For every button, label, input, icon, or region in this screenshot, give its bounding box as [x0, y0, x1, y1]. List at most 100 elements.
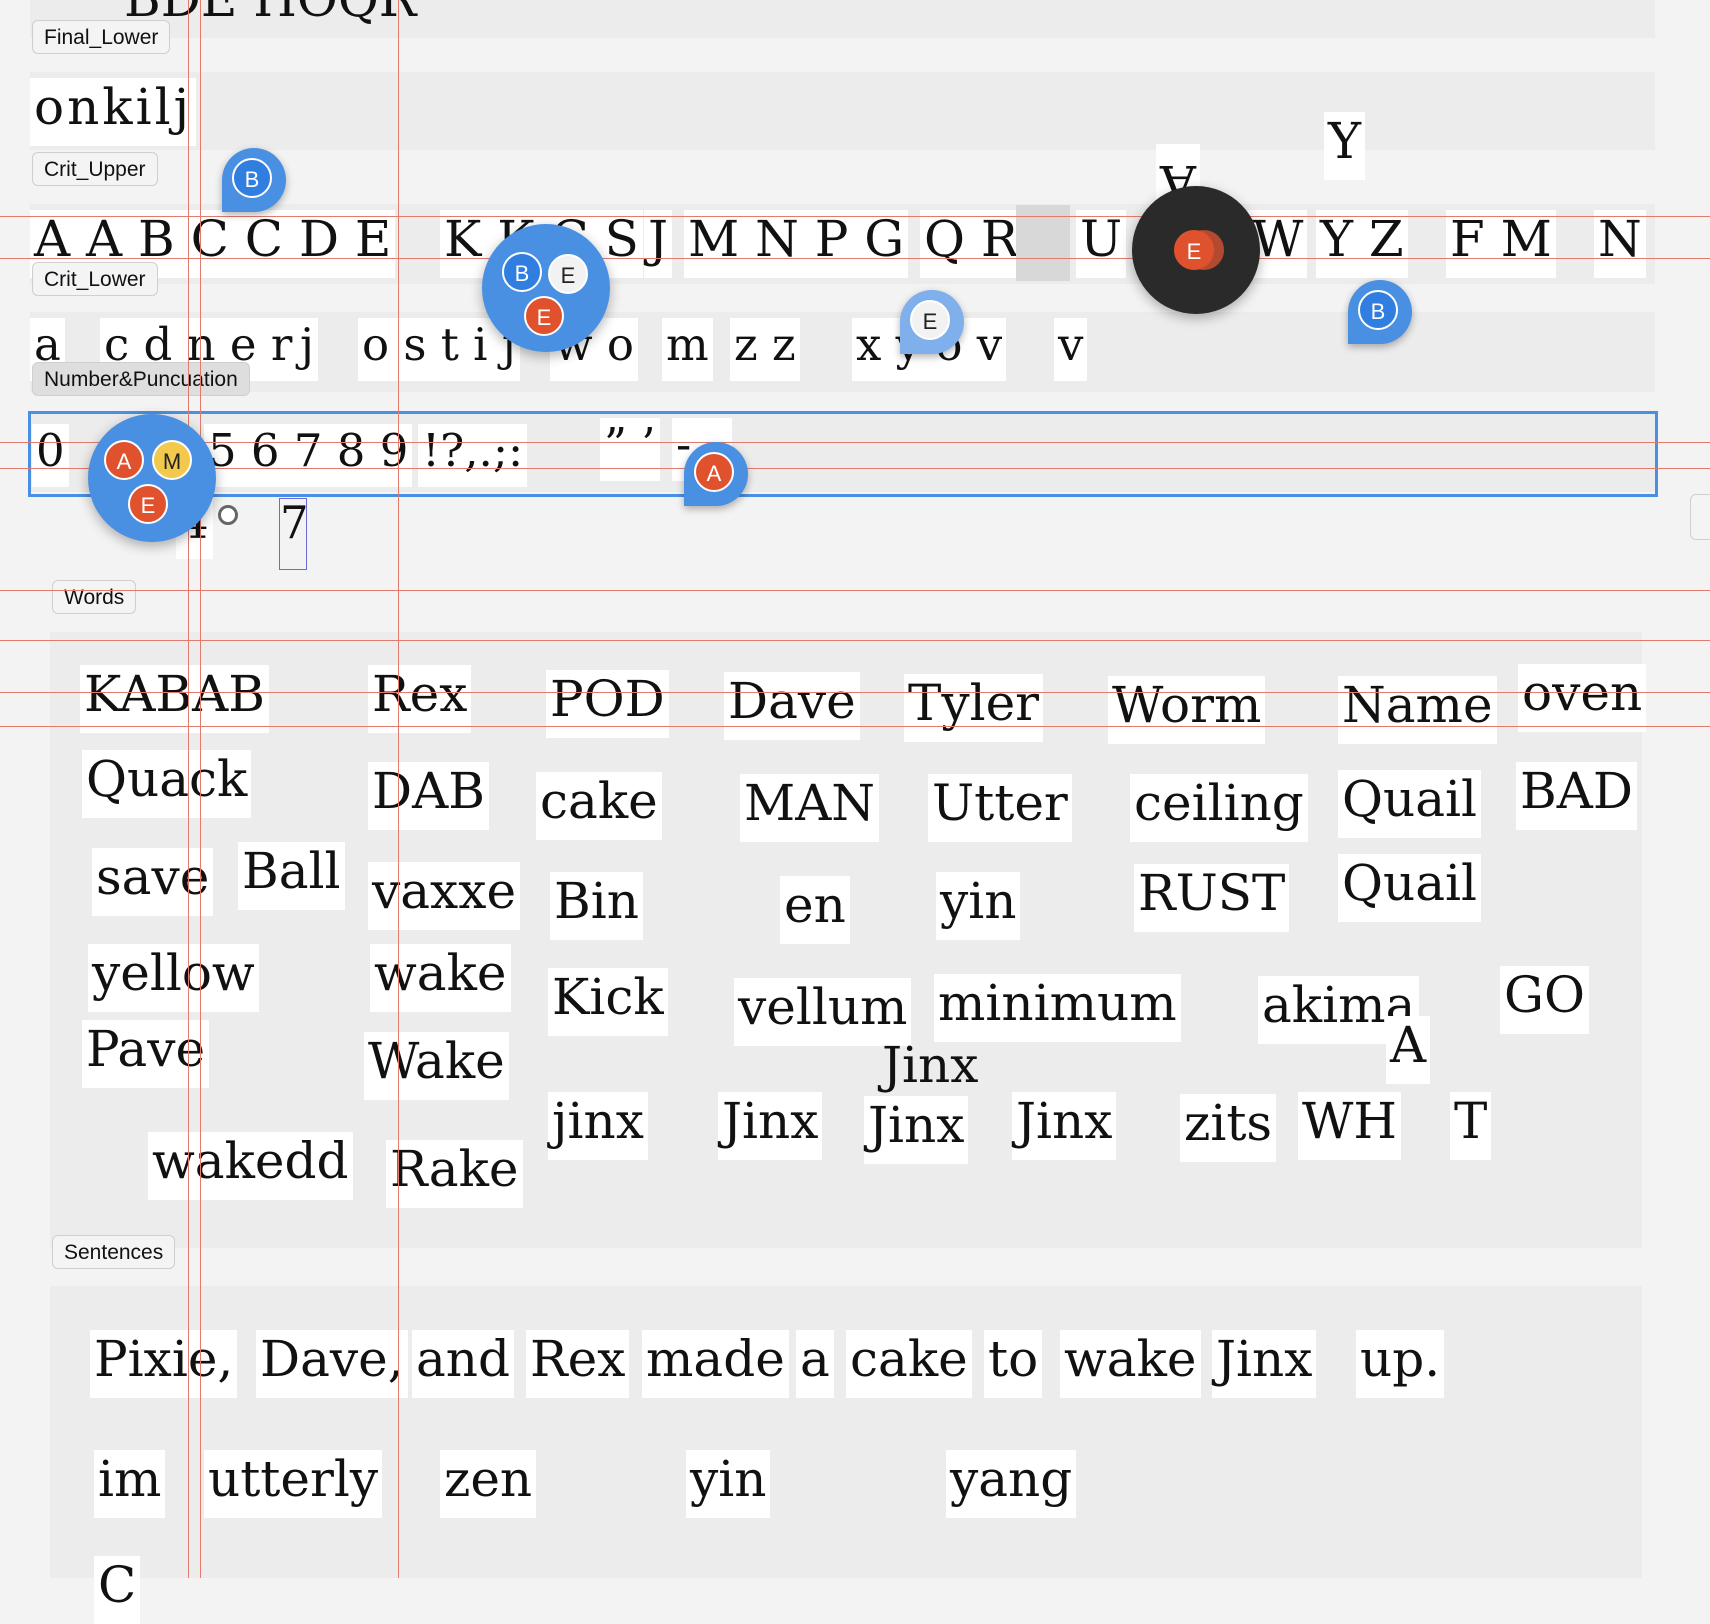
word-7[interactable]: Name	[1338, 676, 1497, 744]
frame-label-sentences[interactable]: Sentences	[52, 1235, 176, 1269]
word-27[interactable]: Kick	[548, 968, 668, 1036]
edge-partial-button[interactable]	[1690, 494, 1710, 540]
sentence-2-word-4[interactable]: yin	[686, 1450, 771, 1518]
sentence-1-word-10[interactable]: Jinx	[1212, 1330, 1317, 1398]
word-36[interactable]: jinx	[548, 1092, 648, 1160]
glyph-floating-y[interactable]: Y	[1324, 112, 1366, 180]
glyph-crit-lower-7[interactable]: z z	[730, 318, 800, 381]
word-26[interactable]: wake	[370, 944, 511, 1012]
frame-label-words[interactable]: Words	[52, 580, 137, 614]
word-11[interactable]: cake	[536, 772, 662, 840]
word-14[interactable]: ceiling	[1130, 774, 1308, 842]
word-1[interactable]: KABAB	[80, 665, 270, 733]
glyph-crit-lower-3[interactable]: j	[296, 318, 318, 381]
word-2[interactable]: Rex	[368, 665, 472, 733]
guide-line-h-4[interactable]	[0, 468, 1710, 469]
word-12[interactable]: MAN	[740, 774, 880, 842]
guide-line-h-8[interactable]	[0, 726, 1710, 727]
word-41[interactable]: WH	[1298, 1092, 1401, 1160]
guide-line-h-1[interactable]	[0, 216, 1710, 217]
word-29[interactable]: minimum	[934, 974, 1181, 1042]
sentence-1-word-2[interactable]: Dave,	[256, 1330, 408, 1398]
sentence-2-word-1[interactable]: im	[94, 1450, 166, 1518]
sentence-1-word-11[interactable]: up.	[1356, 1330, 1445, 1398]
collaborator-pin-b-right[interactable]: B	[1348, 280, 1412, 344]
frame-label-crit-upper[interactable]: Crit_Upper	[32, 152, 158, 186]
word-6[interactable]: Worm	[1108, 676, 1266, 744]
word-43[interactable]: wakedd	[148, 1132, 353, 1200]
guide-line-v-1[interactable]	[188, 0, 189, 1578]
word-5[interactable]: Tyler	[904, 674, 1044, 742]
glyph-crit-upper-4[interactable]: M N P G	[684, 210, 909, 278]
sentence-1-word-7[interactable]: cake	[846, 1330, 972, 1398]
word-8[interactable]: oven	[1518, 664, 1647, 732]
word-35[interactable]: A	[1386, 1016, 1431, 1084]
selection-number-punctuation[interactable]	[28, 411, 1658, 497]
collaborator-pin-e-lower[interactable]: E	[900, 290, 964, 354]
word-4[interactable]: Dave	[724, 672, 860, 740]
sentence-2-word-3[interactable]: zen	[440, 1450, 537, 1518]
sentence-1-word-5[interactable]: made	[642, 1330, 789, 1398]
glyph-crit-upper-9[interactable]: F M	[1446, 210, 1556, 278]
glyph-crit-upper-10[interactable]: N	[1594, 210, 1646, 278]
guide-line-h-2[interactable]	[0, 258, 1710, 259]
word-44[interactable]: Rake	[386, 1140, 523, 1208]
guide-line-h-5[interactable]	[0, 590, 1710, 591]
word-16[interactable]: BAD	[1516, 762, 1637, 830]
collaborator-cluster-upper[interactable]: B E E	[482, 224, 610, 352]
collaborator-pin-b-upper[interactable]: B	[222, 148, 286, 212]
sentence-1-word-1[interactable]: Pixie,	[90, 1330, 238, 1398]
word-21[interactable]: en	[780, 876, 850, 944]
word-17[interactable]: save	[92, 848, 214, 916]
word-15[interactable]: Quail	[1338, 770, 1481, 838]
word-10[interactable]: DAB	[368, 762, 489, 830]
glyph-crit-upper-8[interactable]: Y Z	[1316, 210, 1408, 278]
glyph-crit-lower-6[interactable]: m	[662, 318, 713, 381]
word-13[interactable]: Utter	[928, 774, 1072, 842]
guide-line-h-6[interactable]	[0, 640, 1710, 641]
word-19[interactable]: vaxxe	[368, 862, 521, 930]
sentence-2-word-2[interactable]: utterly	[204, 1450, 383, 1518]
collaborator-cluster-numbers[interactable]: A M E	[88, 414, 216, 542]
guide-line-h-3[interactable]	[0, 442, 1710, 443]
sentence-1-word-9[interactable]: wake	[1060, 1330, 1201, 1398]
frame-label-number-punctuation[interactable]: Number&Puncuation	[32, 362, 250, 396]
sentence-1-word-3[interactable]: and	[412, 1330, 515, 1398]
word-18[interactable]: Ball	[238, 842, 345, 910]
sentence-1-word-8[interactable]: to	[984, 1330, 1043, 1398]
word-3[interactable]: POD	[546, 670, 669, 738]
sentence-3-word-1[interactable]: C	[94, 1556, 141, 1624]
word-33[interactable]: Wake	[364, 1032, 509, 1100]
collaborator-cluster-dark[interactable]: E	[1132, 186, 1260, 314]
sentence-2-word-5[interactable]: yang	[946, 1450, 1077, 1518]
glyph-crit-upper-5[interactable]: Q R	[920, 210, 1023, 278]
sentence-1-word-4[interactable]: Rex	[526, 1330, 630, 1398]
word-23[interactable]: RUST	[1134, 864, 1290, 932]
word-25[interactable]: yellow	[88, 944, 259, 1012]
word-22[interactable]: yin	[936, 872, 1021, 940]
glyph-crit-lower-9[interactable]: v	[1054, 318, 1088, 381]
word-38[interactable]: Jinx	[864, 1096, 969, 1164]
glyph-crit-upper-3[interactable]: J	[644, 210, 673, 278]
word-34[interactable]: Jinx	[878, 1036, 982, 1104]
guide-line-v-2[interactable]	[200, 0, 201, 1578]
frame-label-crit-lower[interactable]: Crit_Lower	[32, 262, 158, 296]
avatar-e: E	[128, 484, 168, 524]
word-39[interactable]: Jinx	[1012, 1092, 1117, 1160]
sentence-1-word-6[interactable]: a	[796, 1330, 834, 1398]
word-9[interactable]: Quack	[82, 750, 252, 818]
guide-line-v-3[interactable]	[398, 0, 399, 1578]
collaborator-pin-a-numbers[interactable]: A	[684, 442, 748, 506]
point-handle-icon[interactable]	[218, 505, 238, 525]
word-37[interactable]: Jinx	[718, 1092, 823, 1160]
glyph-crit-upper-6[interactable]: U	[1076, 210, 1127, 278]
frame-label-final-lower[interactable]: Final_Lower	[32, 20, 171, 54]
word-40[interactable]: zits	[1180, 1094, 1277, 1162]
word-24[interactable]: Quail	[1338, 854, 1481, 922]
word-20[interactable]: Bin	[550, 872, 643, 940]
word-32[interactable]: Pave	[82, 1020, 210, 1088]
word-31[interactable]: GO	[1500, 966, 1589, 1034]
word-42[interactable]: T	[1450, 1092, 1492, 1160]
glyph-final-lower-row[interactable]: onkilj	[30, 78, 197, 146]
guide-line-h-7[interactable]	[0, 692, 1710, 693]
